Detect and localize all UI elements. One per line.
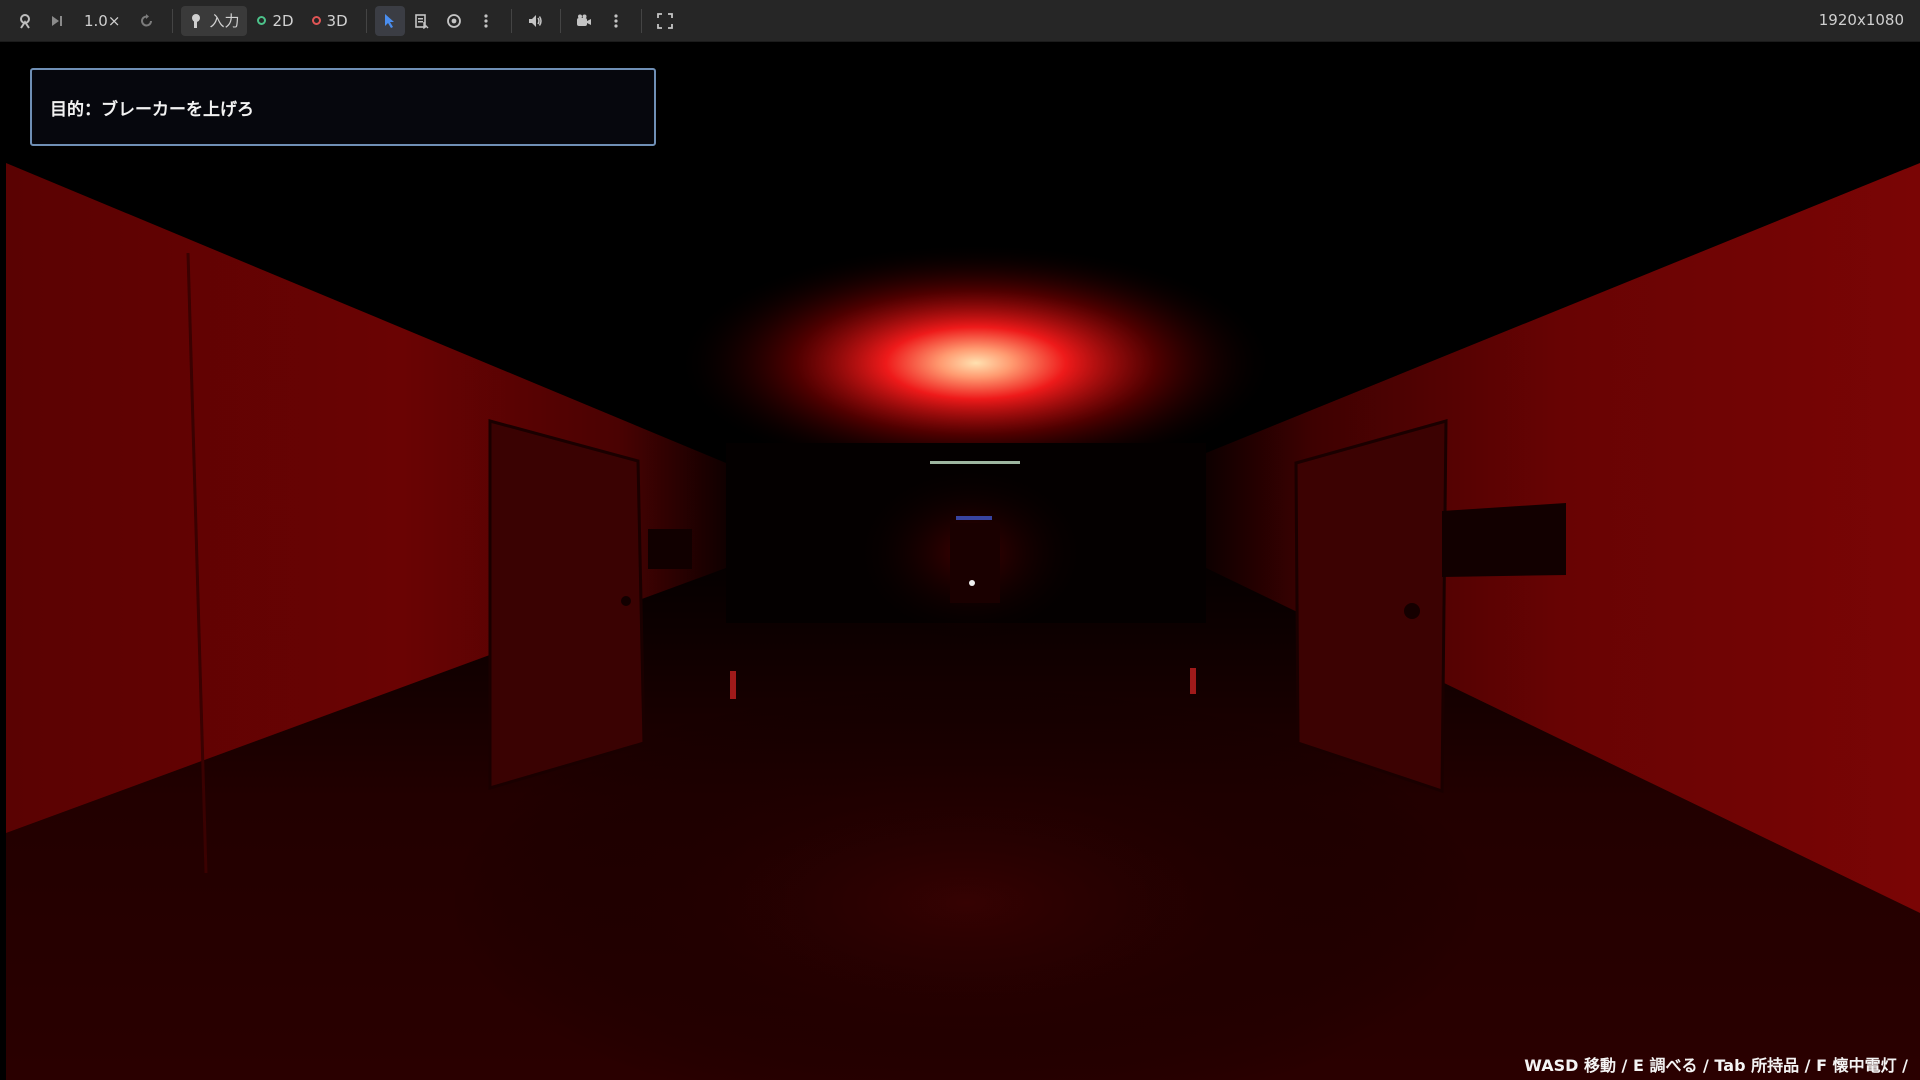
toolbar-divider [559,8,561,33]
objective-text: 目的：ブレーカーを上げろ [50,99,254,120]
mode-2d-indicator-icon [257,16,267,25]
input-toggle-button[interactable]: 入力 [181,5,248,36]
more-options-button[interactable] [471,6,501,36]
mode-3d-button[interactable]: 3D [304,6,356,36]
list-select-button[interactable] [407,6,437,36]
corridor-scene [6,43,1920,1080]
objective-panel: 目的：ブレーカーを上げろ [30,68,656,146]
toolbar-divider [640,8,642,33]
step-frame-icon [52,15,62,26]
resolution-label: 1920x1080 [1818,11,1904,29]
visibility-button[interactable] [439,6,469,36]
camera-override-icon [576,14,591,26]
fullscreen-icon [656,12,673,29]
select-cursor-icon [384,13,394,28]
remote-debug-button[interactable] [10,6,40,36]
camera-more-options-button[interactable] [601,6,631,36]
step-frame-button[interactable] [42,6,72,36]
controls-hint: WASD 移動 / E 調べる / Tab 所持品 / F 懐中電灯 / [1524,1056,1908,1075]
audio-icon [528,14,542,27]
fullscreen-button[interactable] [650,6,680,36]
game-viewport[interactable]: 目的：ブレーカーを上げろ WASD 移動 / E 調べる / Tab 所持品 /… [6,43,1920,1080]
toolbar-divider [510,8,512,33]
reset-icon [141,13,153,26]
toolbar-divider [365,8,367,33]
reset-speed-button[interactable] [132,6,162,36]
mode-3d-indicator-icon [311,16,321,25]
more-options-icon [614,13,618,28]
input-label: 入力 [209,12,240,30]
remote-debug-icon [20,13,30,29]
visibility-icon [446,13,461,28]
mode-2d-label: 2D [272,11,294,30]
list-select-icon [414,13,429,29]
select-mode-button[interactable] [374,5,405,36]
speed-selector[interactable]: 1.0× [74,6,130,36]
mode-2d-button[interactable]: 2D [249,6,301,36]
speed-label: 1.0× [84,11,121,30]
game-toolbar: 1.0× 入力 2D 3D 1920x1080 [0,0,1920,42]
toolbar-divider [172,8,174,33]
camera-override-button[interactable] [569,6,599,36]
mode-3d-label: 3D [326,11,348,30]
more-options-icon [484,13,488,28]
audio-button[interactable] [520,6,550,36]
input-icon [192,13,201,28]
